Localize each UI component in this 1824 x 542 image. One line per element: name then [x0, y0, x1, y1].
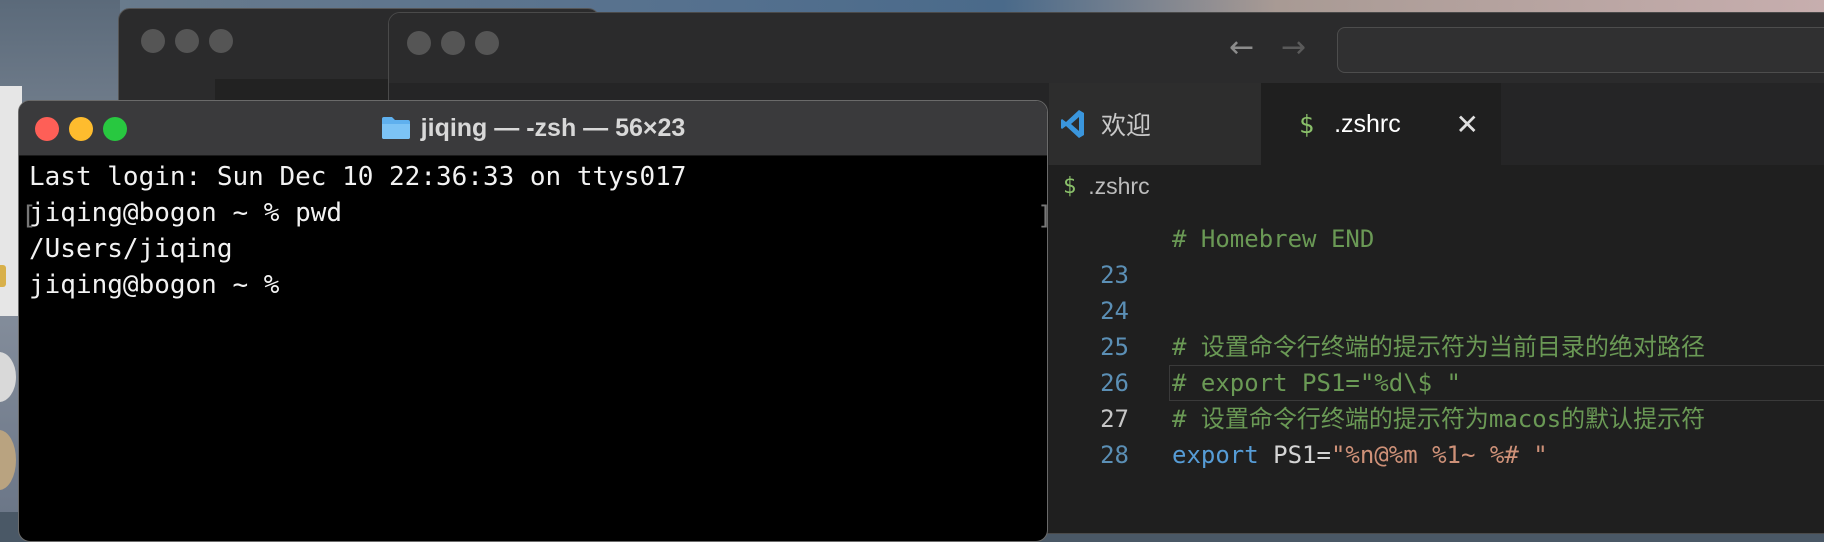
- vscode-logo-icon: [1061, 110, 1084, 138]
- code-line-partial: # Homebrew END: [1049, 207, 1824, 253]
- traffic-light-inactive[interactable]: [209, 29, 233, 53]
- code-line: 28: [1049, 401, 1824, 469]
- code-editor[interactable]: # Homebrew END 23 24 # 设置命令行终端的提示符为当前目录的…: [1049, 207, 1824, 533]
- close-button-inactive[interactable]: [407, 31, 431, 55]
- breadcrumb[interactable]: $ .zshrc: [1049, 165, 1150, 207]
- code-line-active: 27 export PS1="%n@%m %1~ %# ": [1049, 365, 1824, 469]
- breadcrumb-file[interactable]: .zshrc: [1088, 173, 1149, 200]
- traffic-light-inactive[interactable]: [175, 29, 199, 53]
- folder-icon: [381, 117, 410, 139]
- terminal-line: Last login: Sun Dec 10 22:36:33 on ttys0…: [29, 162, 687, 192]
- code-statement: export PS1="%n@%m %1~ %# ": [1172, 437, 1548, 473]
- zoom-button-inactive[interactable]: [475, 31, 499, 55]
- terminal-window[interactable]: jiqing — -zsh — 56×23 Last login: Sun De…: [18, 100, 1048, 542]
- code-line: 26 # 设置命令行终端的提示符为macos的默认提示符: [1049, 329, 1824, 433]
- terminal-title-text: jiqing — -zsh — 56×23: [420, 113, 686, 142]
- tab-zshrc[interactable]: $ .zshrc ✕: [1261, 83, 1501, 165]
- background-folder-edge: [0, 265, 6, 287]
- tab-label: 欢迎: [1101, 112, 1152, 140]
- mark-bracket-right: ]: [1037, 201, 1047, 231]
- command-center-search[interactable]: [1337, 27, 1824, 73]
- dollar-icon: $: [1063, 173, 1077, 199]
- close-icon[interactable]: ✕: [1456, 108, 1479, 141]
- code-string: "%n@%m %1~ %# ": [1330, 441, 1548, 469]
- terminal-line: /Users/jiqing: [29, 234, 233, 264]
- minimize-button-inactive[interactable]: [441, 31, 465, 55]
- code-line: 23: [1049, 221, 1824, 289]
- tab-label: .zshrc: [1334, 109, 1401, 138]
- code-line: 24 # 设置命令行终端的提示符为当前目录的绝对路径: [1049, 257, 1824, 361]
- terminal-line: jiqing@bogon ~ % pwd: [29, 198, 343, 228]
- forward-arrow-icon[interactable]: →: [1281, 33, 1306, 63]
- mark-bracket-left: [: [21, 201, 37, 231]
- code-variable: PS1=: [1258, 441, 1331, 469]
- dollar-icon: $: [1299, 109, 1315, 139]
- terminal-title: jiqing — -zsh — 56×23: [19, 101, 1047, 155]
- code-line: 25 # export PS1="%d\$ ": [1049, 293, 1824, 397]
- back-arrow-icon[interactable]: ←: [1229, 33, 1254, 63]
- traffic-light-inactive[interactable]: [141, 29, 165, 53]
- code-keyword: export: [1172, 441, 1259, 469]
- terminal-prompt: jiqing@bogon ~ %: [29, 270, 280, 300]
- line-number: 28: [1100, 441, 1129, 469]
- terminal-output[interactable]: Last login: Sun Dec 10 22:36:33 on ttys0…: [29, 159, 1039, 303]
